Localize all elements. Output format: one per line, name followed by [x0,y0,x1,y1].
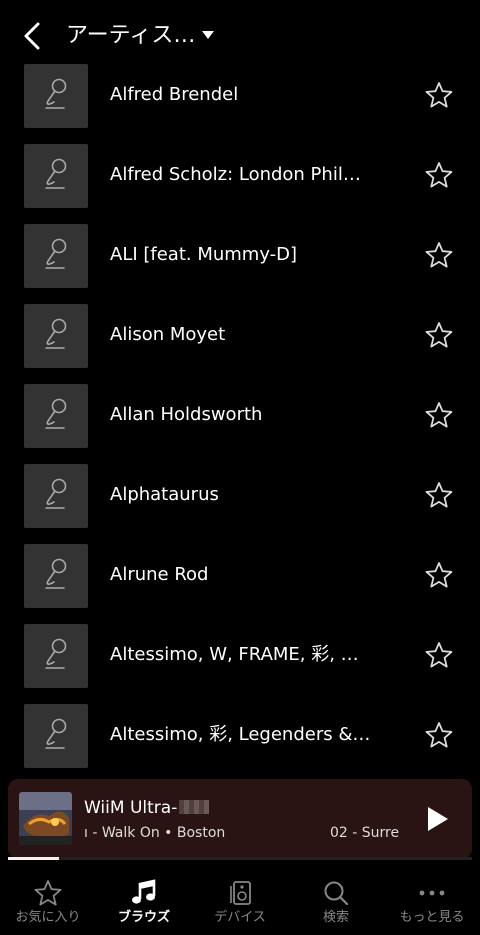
artist-name: Alfred Scholz: London Philharmonic Orche… [110,164,372,185]
playback-progress-fill [8,857,60,860]
album-art[interactable] [19,792,72,845]
redacted-text [179,800,210,814]
artist-list[interactable]: Alfred Brendel Alfred Scholz: London Phi… [0,62,480,778]
tab-search[interactable]: 検索 [288,870,384,935]
favorite-star-icon[interactable] [425,401,453,429]
device-name: WiiM Ultra- [84,797,210,819]
microphone-icon [45,398,67,429]
speaker-icon [230,881,251,905]
artist-thumbnail [24,464,88,528]
artist-thumbnail [24,624,88,688]
tab-label: デバイス [214,910,266,925]
bottom-tab-bar: お気に入り ブラウズ デバイス 検索 もっと見る [0,870,480,935]
favorite-star-icon[interactable] [425,561,453,589]
star-icon [34,880,62,906]
top-bar: アーティス… [0,0,480,70]
artist-name: Alrune Rod [110,564,209,585]
artist-thumbnail [24,224,88,288]
tab-label: ブラウズ [117,910,170,925]
microphone-icon [45,78,67,109]
list-item[interactable]: Alison Moyet [0,302,480,382]
artist-thumbnail [24,704,88,768]
list-item[interactable]: Altessimo, W, FRAME, 彩, 神速一魂 [0,622,480,702]
microphone-icon [45,318,67,349]
favorite-star-icon[interactable] [425,321,453,349]
tab-label: 検索 [322,910,349,925]
search-icon [324,881,349,906]
tab-label: もっと見る [399,910,465,925]
microphone-icon [45,638,67,669]
track-info: ı - Walk On • Boston [84,825,226,841]
artist-name: Alison Moyet [110,324,226,345]
microphone-icon [45,558,67,589]
artist-name: Altessimo, W, FRAME, 彩, 神速一魂 [110,644,372,665]
tab-browse[interactable]: ブラウズ [96,870,192,935]
microphone-icon [45,718,67,749]
tab-devices[interactable]: デバイス [192,870,288,935]
favorite-star-icon[interactable] [425,241,453,269]
page-title[interactable]: アーティス… [66,20,195,52]
list-item[interactable]: Alfred Scholz: London Philharmonic Orche… [0,142,480,222]
favorite-star-icon[interactable] [425,721,453,749]
favorite-star-icon[interactable] [425,641,453,669]
tab-favorites[interactable]: お気に入り [0,870,96,935]
tab-label: お気に入り [15,910,81,925]
track-number: 02 - Surre [330,825,400,841]
play-icon[interactable] [426,805,450,833]
microphone-icon [45,158,67,189]
favorite-star-icon[interactable] [425,481,453,509]
artist-thumbnail [24,384,88,448]
list-item[interactable]: Alrune Rod [0,542,480,622]
microphone-icon [45,238,67,269]
microphone-icon [45,478,67,509]
list-item[interactable]: Allan Holdsworth [0,382,480,462]
music-note-icon [132,879,156,904]
back-arrow-icon[interactable] [18,20,48,52]
list-item[interactable]: Alphataurus [0,462,480,542]
artist-thumbnail [24,144,88,208]
tab-more[interactable]: もっと見る [384,870,480,935]
artist-thumbnail [24,304,88,368]
artist-thumbnail [24,544,88,608]
artist-name: Allan Holdsworth [110,404,263,425]
list-item[interactable]: ALI [feat. Mummy-D] [0,222,480,302]
chevron-down-icon[interactable] [201,29,215,41]
list-item[interactable]: Alfred Brendel [0,62,480,142]
artist-name: Alfred Brendel [110,84,239,105]
more-icon [419,890,445,896]
list-item[interactable]: Altessimo, 彩, Legenders & C.... [0,702,480,778]
now-playing-bar[interactable]: WiiM Ultra- ı - Walk On • Boston 02 - Su… [8,779,472,859]
favorite-star-icon[interactable] [425,161,453,189]
artist-name: Altessimo, 彩, Legenders & C.... [110,724,372,745]
artist-name: ALI [feat. Mummy-D] [110,244,298,265]
favorite-star-icon[interactable] [425,81,453,109]
playback-progress [8,857,472,860]
artist-name: Alphataurus [110,484,219,505]
artist-thumbnail [24,64,88,128]
